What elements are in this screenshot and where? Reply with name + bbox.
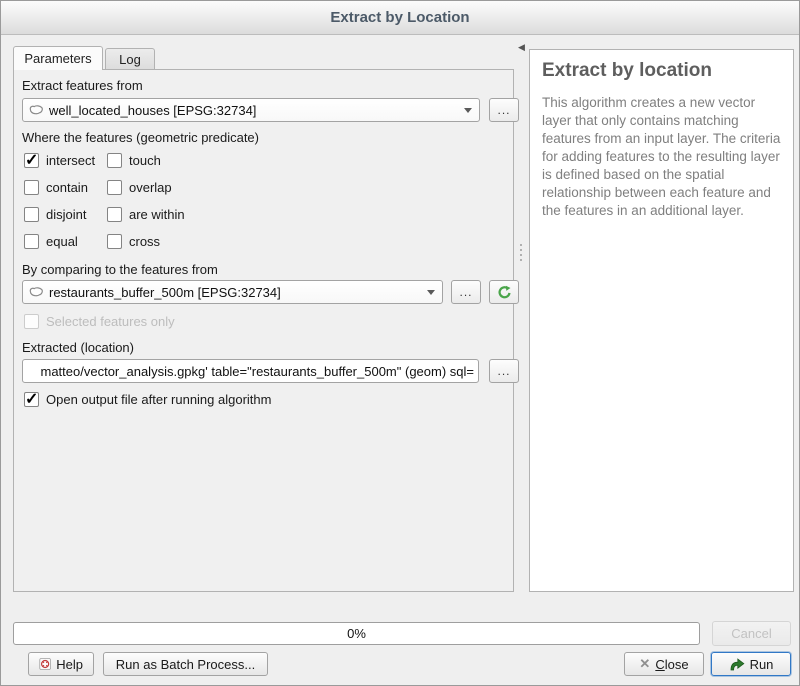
predicate-contain-checkbox[interactable]: contain bbox=[24, 180, 88, 195]
checkbox-box bbox=[107, 180, 122, 195]
title-bar: Extract by Location bbox=[1, 1, 799, 35]
chevron-down-icon bbox=[464, 108, 472, 113]
predicate-are-within-checkbox[interactable]: are within bbox=[107, 207, 185, 222]
help-icon bbox=[39, 656, 51, 672]
parameters-panel: Extract features from well_located_house… bbox=[13, 69, 514, 592]
extracted-output-field[interactable]: matteo/vector_analysis.gpkg' table="rest… bbox=[22, 359, 479, 383]
progress-value: 0% bbox=[347, 626, 366, 641]
predicate-touch-checkbox[interactable]: touch bbox=[107, 153, 161, 168]
predicate-intersect-label: intersect bbox=[46, 153, 95, 168]
close-button[interactable]: ✕ Close bbox=[624, 652, 704, 676]
help-label: Help bbox=[56, 657, 83, 672]
tab-log[interactable]: Log bbox=[105, 48, 155, 70]
predicate-touch-label: touch bbox=[129, 153, 161, 168]
splitter-handle[interactable] bbox=[520, 244, 522, 261]
tab-log-label: Log bbox=[119, 52, 141, 67]
run-label: Run bbox=[750, 657, 774, 672]
run-button[interactable]: Run bbox=[711, 652, 791, 676]
help-description: This algorithm creates a new vector laye… bbox=[542, 94, 781, 220]
checkbox-box bbox=[107, 234, 122, 249]
close-label: Close bbox=[655, 657, 688, 672]
predicate-equal-checkbox[interactable]: equal bbox=[24, 234, 78, 249]
predicate-overlap-checkbox[interactable]: overlap bbox=[107, 180, 172, 195]
dialog-title: Extract by Location bbox=[330, 9, 469, 26]
predicate-equal-label: equal bbox=[46, 234, 78, 249]
iterate-over-layer-button[interactable] bbox=[489, 280, 519, 304]
input-layer-combobox[interactable]: well_located_houses [EPSG:32734] bbox=[22, 98, 480, 122]
compare-label: By comparing to the features from bbox=[22, 262, 218, 277]
predicate-contain-label: contain bbox=[46, 180, 88, 195]
checkbox-box bbox=[24, 207, 39, 222]
extracted-location-label: Extracted (location) bbox=[22, 340, 134, 355]
help-panel: Extract by location This algorithm creat… bbox=[529, 49, 794, 592]
predicate-overlap-label: overlap bbox=[129, 180, 172, 195]
checkbox-box bbox=[24, 314, 39, 329]
compare-layer-value: restaurants_buffer_500m [EPSG:32734] bbox=[49, 285, 422, 300]
polygon-layer-icon bbox=[28, 286, 44, 298]
extract-features-label: Extract features from bbox=[22, 78, 143, 93]
open-output-checkbox[interactable]: Open output file after running algorithm bbox=[24, 392, 271, 407]
run-arrow-icon bbox=[729, 657, 745, 672]
extract-by-location-dialog: Extract by Location Parameters Log Extra… bbox=[0, 0, 800, 686]
help-button[interactable]: Help bbox=[28, 652, 94, 676]
checkbox-box bbox=[24, 180, 39, 195]
predicate-disjoint-label: disjoint bbox=[46, 207, 86, 222]
checkbox-box bbox=[24, 234, 39, 249]
polygon-layer-icon bbox=[28, 104, 44, 116]
compare-layer-combobox[interactable]: restaurants_buffer_500m [EPSG:32734] bbox=[22, 280, 443, 304]
input-layer-value: well_located_houses [EPSG:32734] bbox=[49, 103, 459, 118]
predicate-are-within-label: are within bbox=[129, 207, 185, 222]
checkbox-box bbox=[24, 392, 39, 407]
predicate-cross-checkbox[interactable]: cross bbox=[107, 234, 160, 249]
run-as-batch-button[interactable]: Run as Batch Process... bbox=[103, 652, 268, 676]
predicate-cross-label: cross bbox=[129, 234, 160, 249]
input-layer-browse-button[interactable]: ... bbox=[489, 98, 519, 122]
predicate-disjoint-checkbox[interactable]: disjoint bbox=[24, 207, 86, 222]
predicate-intersect-checkbox[interactable]: intersect bbox=[24, 153, 95, 168]
extracted-output-value: matteo/vector_analysis.gpkg' table="rest… bbox=[41, 364, 475, 379]
open-output-label: Open output file after running algorithm bbox=[46, 392, 271, 407]
selected-features-only-label: Selected features only bbox=[46, 314, 175, 329]
run-as-batch-label: Run as Batch Process... bbox=[116, 657, 255, 672]
progress-bar: 0% bbox=[13, 622, 700, 645]
predicate-label: Where the features (geometric predicate) bbox=[22, 130, 259, 145]
chevron-down-icon bbox=[427, 290, 435, 295]
compare-layer-browse-button[interactable]: ... bbox=[451, 280, 481, 304]
cancel-button: Cancel bbox=[712, 621, 791, 646]
help-title: Extract by location bbox=[542, 60, 781, 82]
tab-parameters-label: Parameters bbox=[24, 51, 91, 66]
close-x-icon: ✕ bbox=[639, 656, 650, 672]
iterate-refresh-icon bbox=[497, 285, 512, 300]
selected-features-only-checkbox: Selected features only bbox=[24, 314, 175, 329]
tab-parameters[interactable]: Parameters bbox=[13, 46, 103, 70]
collapse-help-panel-arrow-icon[interactable]: ◀ bbox=[518, 42, 525, 53]
extracted-output-browse-button[interactable]: ... bbox=[489, 359, 519, 383]
checkbox-box bbox=[107, 153, 122, 168]
checkbox-box bbox=[107, 207, 122, 222]
checkbox-box bbox=[24, 153, 39, 168]
cancel-label: Cancel bbox=[731, 626, 771, 641]
